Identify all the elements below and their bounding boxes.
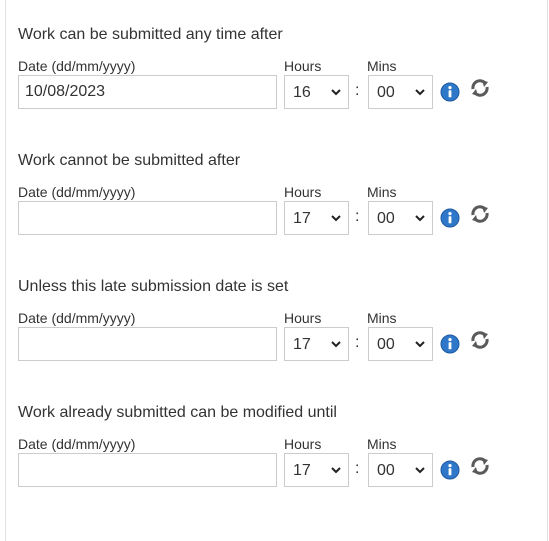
info-icon[interactable] [440, 334, 460, 354]
hours-value: 16 [293, 84, 311, 101]
hours-label: Hours [284, 184, 322, 200]
hours-value: 17 [293, 462, 311, 479]
section-title: Work can be submitted any time after [18, 26, 283, 43]
date-label: Date (dd/mm/yyyy) [18, 310, 136, 326]
mins-select[interactable]: 00 [368, 453, 433, 487]
section-available-from: Work can be submitted any time after Dat… [0, 25, 549, 135]
hours-label: Hours [284, 58, 322, 74]
chevron-down-icon [415, 467, 425, 474]
date-label: Date (dd/mm/yyyy) [18, 436, 136, 452]
hours-label: Hours [284, 310, 322, 326]
chevron-down-icon [331, 341, 341, 348]
mins-select[interactable]: 00 [368, 327, 433, 361]
chevron-down-icon [415, 89, 425, 96]
section-due-date: Work cannot be submitted after Date (dd/… [0, 151, 549, 261]
mins-label: Mins [367, 310, 397, 326]
time-separator: : [355, 82, 360, 99]
hours-select[interactable]: 16 [284, 75, 349, 109]
mins-value: 00 [377, 336, 395, 353]
hours-select[interactable]: 17 [284, 327, 349, 361]
mins-label: Mins [367, 436, 397, 452]
date-input[interactable] [18, 327, 277, 361]
refresh-icon[interactable] [469, 455, 491, 477]
section-title: Unless this late submission date is set [18, 278, 289, 295]
chevron-down-icon [415, 341, 425, 348]
date-label: Date (dd/mm/yyyy) [18, 184, 136, 200]
refresh-icon[interactable] [469, 329, 491, 351]
info-icon[interactable] [440, 460, 460, 480]
chevron-down-icon [331, 89, 341, 96]
refresh-icon[interactable] [469, 77, 491, 99]
hours-label: Hours [284, 436, 322, 452]
hours-select[interactable]: 17 [284, 453, 349, 487]
info-icon[interactable] [440, 208, 460, 228]
time-separator: : [355, 334, 360, 351]
mins-value: 00 [377, 210, 395, 227]
mins-select[interactable]: 00 [368, 75, 433, 109]
refresh-icon[interactable] [469, 203, 491, 225]
time-separator: : [355, 460, 360, 477]
date-input[interactable] [18, 201, 277, 235]
date-label: Date (dd/mm/yyyy) [18, 58, 136, 74]
mins-select[interactable]: 00 [368, 201, 433, 235]
hours-value: 17 [293, 210, 311, 227]
mins-value: 00 [377, 462, 395, 479]
section-modify-until: Work already submitted can be modified u… [0, 403, 549, 513]
date-input[interactable] [18, 453, 277, 487]
hours-value: 17 [293, 336, 311, 353]
chevron-down-icon [415, 215, 425, 222]
mins-value: 00 [377, 84, 395, 101]
hours-select[interactable]: 17 [284, 201, 349, 235]
time-separator: : [355, 208, 360, 225]
section-late-submission: Unless this late submission date is set … [0, 277, 549, 387]
chevron-down-icon [331, 215, 341, 222]
section-title: Work cannot be submitted after [18, 152, 241, 169]
section-title: Work already submitted can be modified u… [18, 404, 337, 421]
date-input[interactable] [18, 75, 277, 109]
chevron-down-icon [331, 467, 341, 474]
mins-label: Mins [367, 184, 397, 200]
info-icon[interactable] [440, 82, 460, 102]
mins-label: Mins [367, 58, 397, 74]
